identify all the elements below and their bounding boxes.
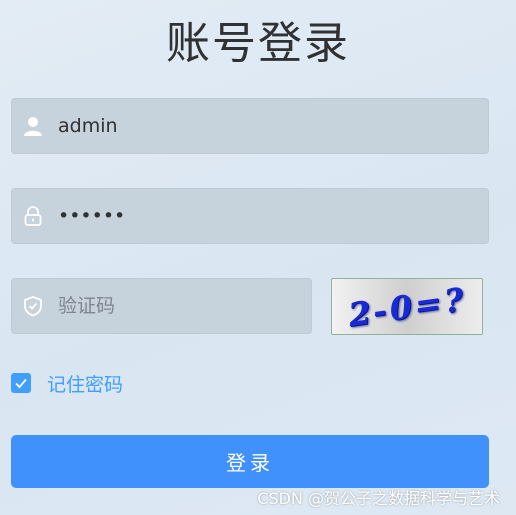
remember-checkbox[interactable]: 记住密码 (11, 370, 123, 396)
shield-icon (22, 295, 44, 317)
password-input[interactable] (58, 189, 478, 243)
login-button[interactable]: 登录 (11, 435, 489, 488)
captcha-field[interactable] (11, 278, 312, 334)
page-title: 账号登录 (166, 18, 350, 69)
password-field[interactable] (11, 188, 489, 244)
username-input[interactable] (58, 99, 478, 153)
checkbox-checked-icon[interactable] (11, 373, 31, 393)
username-field[interactable] (11, 98, 489, 154)
lock-icon (22, 205, 44, 227)
user-icon (22, 115, 44, 137)
remember-label: 记住密码 (47, 373, 124, 396)
captcha-text: 2-0=? (347, 278, 467, 335)
watermark: CSDN @贺公子之数据科学与艺术 (257, 489, 500, 508)
captcha-input[interactable] (58, 279, 301, 333)
captcha-image[interactable]: 2-0=? (331, 278, 483, 335)
